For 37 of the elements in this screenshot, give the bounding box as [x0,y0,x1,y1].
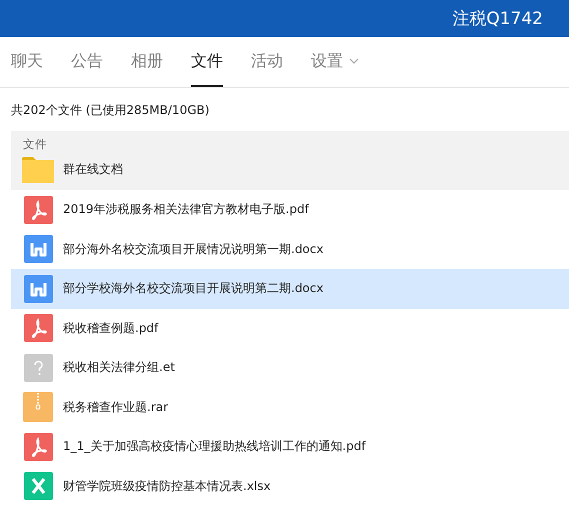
zip-file-icon [23,392,53,422]
file-row[interactable]: 部分学校海外名校交流项目开展说明第二期.docx [11,269,569,308]
file-row[interactable]: 税务稽查作业题.rar [11,388,569,427]
file-name: 1_1_关于加强高校疫情心理援助热线培训工作的通知.pdf [63,438,366,456]
pdf-file-icon [24,314,52,342]
file-row[interactable]: 2019年涉税服务相关法律官方教材电子版.pdf [11,190,569,230]
file-name: 税收相关法律分组.et [63,359,175,376]
folder-name: 群在线文档 [63,161,123,178]
pdf-file-icon [24,196,52,224]
file-count-text: 共202个文件 (已使用285MB/10GB) [11,103,210,117]
file-name: 部分学校海外名校交流项目开展说明第二期.docx [63,280,324,298]
folder-icon [22,156,54,182]
word-file-icon [24,235,52,264]
word-file-icon [24,274,52,303]
tab[interactable]: 相册 [131,37,163,87]
file-name: 部分海外名校交流项目开展情况说明第一期.docx [63,240,324,258]
file-name: 财管学院班级疫情防控基本情况表.xlsx [63,478,271,495]
file-row[interactable]: 1_1_关于加强高校疫情心理援助热线培训工作的通知.pdf [11,427,569,466]
tab[interactable]: 聊天 [11,37,43,87]
tab[interactable]: 设置 [311,37,359,87]
pdf-file-icon [24,432,52,461]
file-row[interactable]: 财管学院班级疫情防控基本情况表.xlsx [11,466,569,506]
file-name: 税收稽查例题.pdf [63,320,158,337]
tab[interactable]: 公告 [71,37,103,87]
file-row[interactable]: 税收稽查例题.pdf [11,308,569,348]
group-title: 注税Q1742 [452,8,543,30]
chevron-down-icon [349,58,359,64]
excel-file-icon [24,472,52,500]
section-heading: 文件 [23,137,47,151]
tab[interactable]: 活动 [251,37,283,87]
question-file-icon [24,354,52,382]
tab[interactable]: 文件 [191,37,223,87]
file-row[interactable]: 税收相关法律分组.et [11,348,569,388]
file-name: 2019年涉税服务相关法律官方教材电子版.pdf [63,201,309,218]
folder-row[interactable]: 群在线文档 [11,151,569,188]
file-row[interactable]: 部分海外名校交流项目开展情况说明第一期.docx [11,230,569,269]
file-name: 税务稽查作业题.rar [63,398,168,416]
